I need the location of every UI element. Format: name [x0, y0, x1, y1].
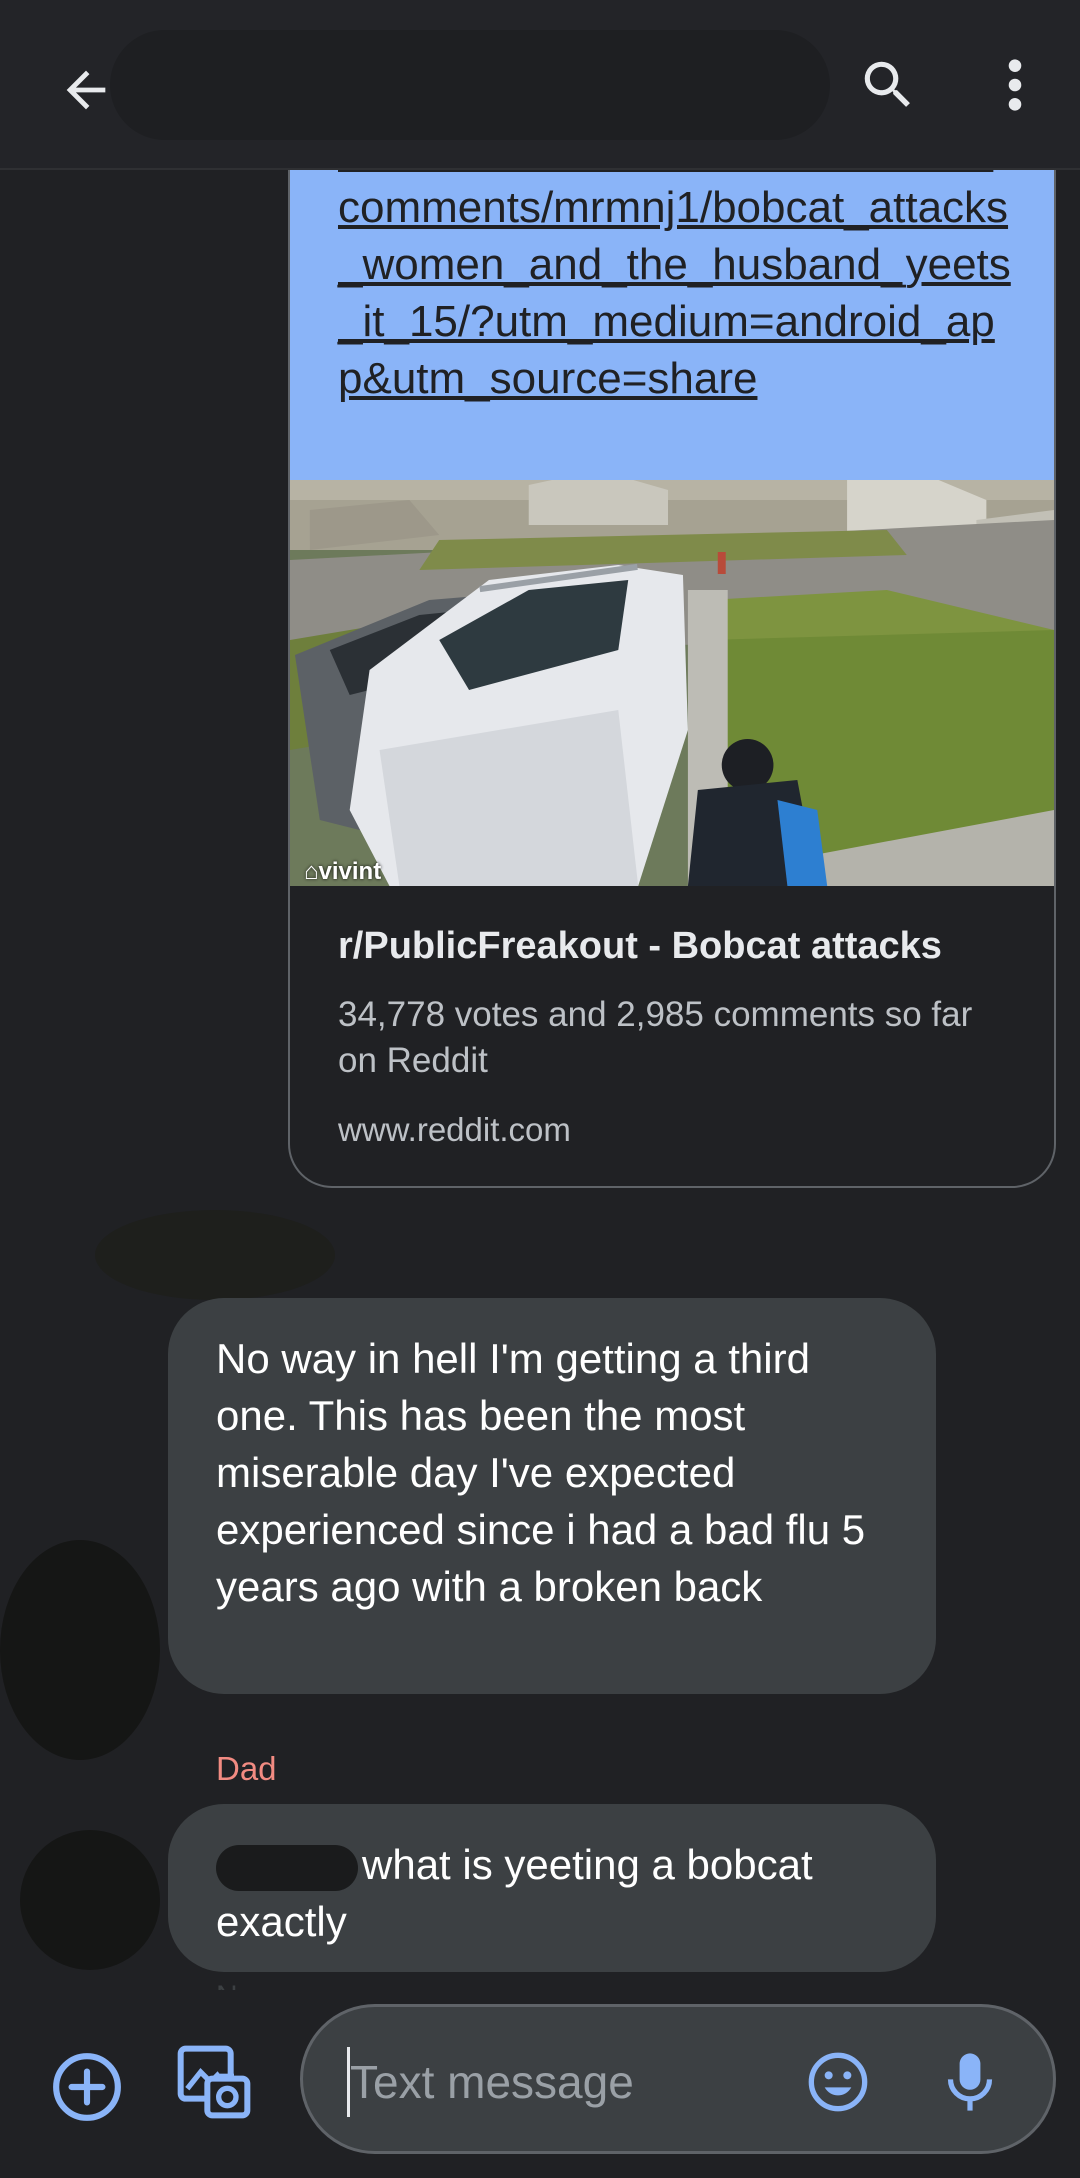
attach-button[interactable] — [50, 2050, 124, 2124]
redaction-mark — [110, 30, 830, 140]
avatar[interactable] — [20, 1830, 160, 1970]
avatar[interactable] — [0, 1540, 160, 1760]
emoji-icon — [808, 2052, 868, 2112]
redacted-sender-label — [95, 1210, 335, 1300]
link-preview-info[interactable]: r/PublicFreakout - Bobcat attacks 34,778… — [290, 886, 1054, 1152]
link-preview-image[interactable]: ⌂vivint — [290, 480, 1054, 886]
voice-input-button[interactable] — [935, 2047, 1005, 2117]
text-message-input[interactable] — [347, 2047, 767, 2117]
redaction-mark — [216, 1844, 358, 1891]
compose-bar — [0, 1990, 1080, 2178]
mic-icon — [947, 2053, 993, 2111]
message-bubble[interactable]: what is yeeting a bobcat exactly — [168, 1804, 936, 1972]
search-button[interactable] — [848, 45, 928, 125]
more-options-button[interactable] — [990, 45, 1040, 125]
add-circle-icon — [53, 2053, 121, 2121]
bobcat-video-thumbnail — [290, 480, 1054, 886]
message-bubble[interactable]: No way in hell I'm getting a third one. … — [168, 1298, 936, 1694]
conversation-screen: www.reddit.com/r/PublicFreakout/comments… — [0, 0, 1080, 2178]
vivint-watermark: ⌂vivint — [304, 858, 382, 885]
compose-field[interactable] — [300, 2004, 1056, 2154]
emoji-button[interactable] — [803, 2047, 873, 2117]
message-text: No way in hell I'm getting a third one. … — [216, 1335, 866, 1610]
gallery-camera-icon — [177, 2045, 251, 2119]
more-vert-icon — [1008, 59, 1022, 111]
top-app-bar — [0, 0, 1080, 170]
link-preview-description: 34,778 votes and 2,985 comments so far o… — [338, 995, 973, 1080]
search-icon — [864, 61, 910, 107]
gallery-button[interactable] — [174, 2042, 254, 2122]
link-preview-card[interactable]: www.reddit.com/r/PublicFreakout/comments… — [288, 100, 1056, 1188]
link-preview-title: r/PublicFreakout - Bobcat attacks — [338, 925, 942, 967]
link-preview-domain: www.reddit.com — [338, 1111, 571, 1148]
sender-name: Dad — [216, 1750, 277, 1787]
arrow-back-icon — [66, 70, 106, 110]
